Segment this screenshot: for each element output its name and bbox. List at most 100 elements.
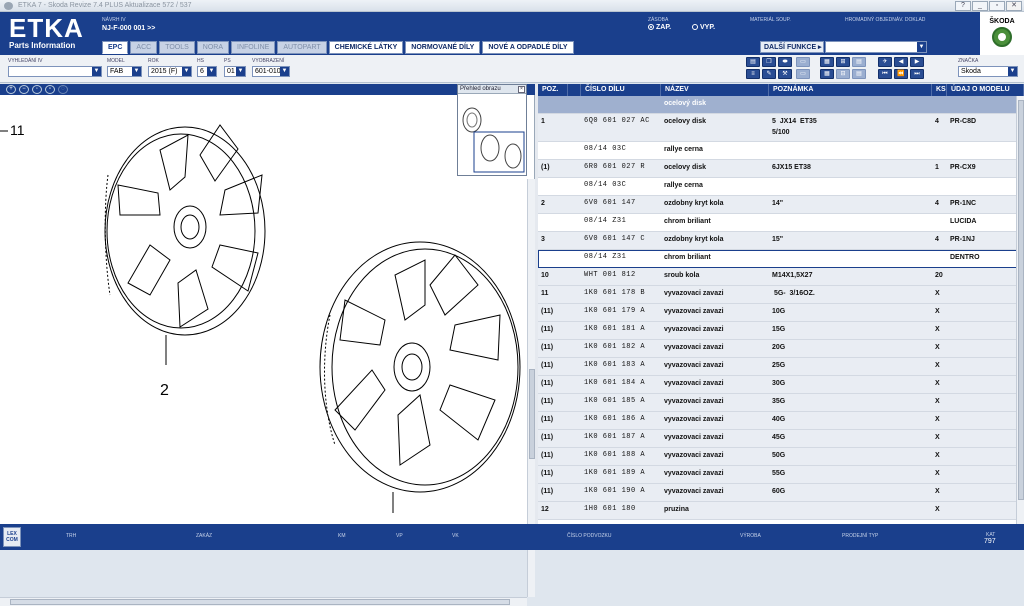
col-flag[interactable] [568, 84, 581, 96]
ps-select[interactable]: 01 ▼ [224, 66, 246, 77]
col-poz[interactable]: POZ. [538, 84, 568, 96]
table-row[interactable]: 08/14 Z31 chrom briliant LUCIDA [538, 214, 1024, 232]
table-row[interactable]: 08/14 03C rallye cerna [538, 178, 1024, 196]
col-ks[interactable]: KS [932, 84, 947, 96]
car-icon[interactable]: ⬬ [778, 57, 792, 67]
table-row[interactable]: 2 6V0 601 147 ozdobny kryt kola 14" 4 PR-1NC [538, 196, 1024, 214]
callout-2[interactable]: 2 [160, 382, 169, 399]
table-row[interactable]: 11 1K0 601 178 B vyvazovaci zavazi 5G- 3/1… [538, 286, 1024, 304]
table-icon[interactable]: ▤ [852, 57, 866, 67]
dalsi-funkce-button[interactable]: DALŠÍ FUNKCE ▸ [760, 41, 824, 53]
chevron-down-icon[interactable]: ▼ [236, 67, 245, 76]
zasoba-vyp-radio[interactable]: VYP. [692, 24, 715, 31]
zoom-reset-icon[interactable]: ◌ [58, 85, 68, 94]
rok-select[interactable]: 2015 (F) ▼ [148, 66, 192, 77]
print-icon[interactable]: ▤ [746, 57, 760, 67]
pin-icon[interactable]: ✈ [878, 57, 892, 67]
illustration-horizontal-scrollbar[interactable] [0, 597, 527, 606]
chevron-down-icon[interactable]: ▼ [207, 67, 216, 76]
table-row[interactable]: (11) 1K0 601 184 A vyvazovaci zavazi 30G X [538, 376, 1024, 394]
chevron-down-icon[interactable]: ▼ [132, 67, 141, 76]
minimize-button[interactable]: _ [972, 1, 988, 11]
tab-nové-a-odpadlé-díly[interactable]: NOVÉ A ODPADLÉ DÍLY [482, 41, 574, 54]
table-row[interactable]: (11) 1K0 601 181 A vyvazovaci zavazi 15G X [538, 322, 1024, 340]
tab-acc[interactable]: ACC [130, 41, 158, 54]
doc2-icon[interactable]: ▭ [796, 69, 810, 79]
col-nazev[interactable]: NÁZEV [661, 84, 769, 96]
tab-normované-díly[interactable]: NORMOVANÉ DÍLY [405, 41, 481, 54]
table-row[interactable]: (11) 1K0 601 190 A vyvazovaci zavazi 60G X [538, 484, 1024, 502]
tab-tools[interactable]: TOOLS [159, 41, 195, 54]
tab-chemické-látky[interactable]: CHEMICKÉ LÁTKY [328, 41, 404, 54]
tab-epc[interactable]: EPC [102, 41, 129, 54]
table-row[interactable]: 08/14 Z31 chrom briliant DENTRO [538, 250, 1024, 268]
wheel-cover-drawing[interactable]: 11 2 [0, 95, 527, 513]
tab-infoline[interactable]: INFOLINE [231, 41, 276, 54]
next-icon[interactable]: ▶ [910, 57, 924, 67]
grid-icon[interactable]: ▦ [820, 57, 834, 67]
zoom-out-icon[interactable]: − [19, 85, 29, 94]
col-cislo-dilu[interactable]: ČÍSLO DÍLU [581, 84, 661, 96]
table-row[interactable]: (11) 1K0 601 188 A vyvazovaci zavazi 50G X [538, 448, 1024, 466]
cart-alt-icon[interactable]: ⊟ [836, 69, 850, 79]
table-row[interactable]: (1) 6R0 601 027 R ocelovy disk 6JX15 ET38 1 P… [538, 160, 1024, 178]
zoom-fit-icon[interactable]: ◦ [32, 85, 42, 94]
vyhledani-select[interactable]: ▼ [8, 66, 102, 77]
wheel-cover-14-drawing[interactable] [104, 124, 266, 336]
close-button[interactable]: ✕ [1006, 1, 1022, 11]
col-poznamka[interactable]: POZNÁMKA [769, 84, 932, 96]
chevron-down-icon[interactable]: ▼ [182, 67, 191, 76]
scroll-thumb[interactable] [1018, 100, 1024, 500]
dalsi-funkce-select[interactable]: ▼ [825, 41, 927, 53]
scroll-thumb[interactable] [10, 599, 510, 605]
table-row[interactable]: (11) 1K0 601 182 A vyvazovaci zavazi 20G X [538, 340, 1024, 358]
zasoba-zap-radio[interactable]: ZAP. [648, 24, 671, 31]
hs-select[interactable]: 6 ▼ [197, 66, 217, 77]
wheel-cover-15-drawing[interactable] [319, 241, 521, 493]
wrench-icon[interactable]: ⚒ [778, 69, 792, 79]
chevron-down-icon[interactable]: ▼ [917, 42, 926, 52]
table-row[interactable]: (11) 1K0 601 186 A vyvazovaci zavazi 40G X [538, 412, 1024, 430]
table-row[interactable]: 3 6V0 601 147 C ozdobny kryt kola 15" 4 PR-1N… [538, 232, 1024, 250]
chevron-down-icon[interactable]: ▼ [92, 67, 101, 76]
chevron-down-icon[interactable]: ▼ [1008, 67, 1017, 76]
table-row[interactable]: 10 WHT 001 812 sroub kola M14X1,5X27 20 [538, 268, 1024, 286]
table-row[interactable]: 08/14 03C rallye cerna [538, 142, 1024, 160]
restore-button[interactable]: ▫ [989, 1, 1005, 11]
vyobrazeni-select[interactable]: 601-010 ▼ [252, 66, 290, 77]
back-icon[interactable]: ⏪ [894, 69, 908, 79]
znacka-select[interactable]: Skoda ▼ [958, 66, 1018, 77]
grid-vertical-scrollbar[interactable] [1016, 96, 1024, 524]
cart-icon[interactable]: ⊞ [836, 57, 850, 67]
help-button[interactable]: ? [955, 1, 971, 11]
table-alt-icon[interactable]: ▤ [852, 69, 866, 79]
table-row[interactable]: (11) 1K0 601 185 A vyvazovaci zavazi 35G X [538, 394, 1024, 412]
navrh-value[interactable]: NJ-F-000 001 >> [102, 25, 155, 32]
prev-icon[interactable]: ◀ [894, 57, 908, 67]
table-row[interactable]: (11) 1K0 601 187 A vyvazovaci zavazi 45G X [538, 430, 1024, 448]
table-row[interactable]: (11) 1K0 601 189 A vyvazovaci zavazi 55G X [538, 466, 1024, 484]
chevron-down-icon[interactable]: ▼ [280, 67, 289, 76]
col-udaj-o-modelu[interactable]: ÚDAJ O MODELU [947, 84, 1024, 96]
tab-autopart[interactable]: AUTOPART [277, 41, 327, 54]
zoom-area-icon[interactable]: ▫ [45, 85, 55, 94]
first-icon[interactable]: ⏮ [878, 69, 892, 79]
copy-icon[interactable]: ❐ [762, 57, 776, 67]
zoom-in-icon[interactable]: + [6, 85, 16, 94]
last-icon[interactable]: ⏭ [910, 69, 924, 79]
list-icon[interactable]: ≡ [746, 69, 760, 79]
overview-preview[interactable] [458, 94, 526, 174]
table-row[interactable]: (11) 1K0 601 179 A vyvazovaci zavazi 10G X [538, 304, 1024, 322]
callout-11[interactable]: 11 [10, 122, 25, 138]
table-row[interactable]: (11) 1K0 601 183 A vyvazovaci zavazi 25G X [538, 358, 1024, 376]
grid-alt-icon[interactable]: ▦ [820, 69, 834, 79]
close-icon[interactable]: × [518, 86, 525, 93]
doc-icon[interactable]: ▭ [796, 57, 810, 67]
tab-nora[interactable]: NORA [196, 41, 230, 54]
category-row[interactable]: ocelový disk [538, 96, 1024, 114]
model-select[interactable]: FAB ▼ [107, 66, 142, 77]
overview-thumbnail[interactable]: Přehled obrazu × [457, 84, 527, 176]
note-icon[interactable]: ✎ [762, 69, 776, 79]
table-row[interactable]: 12 1H0 601 180 pruzina X [538, 502, 1024, 520]
table-row[interactable]: 1 6Q0 601 027 AC ocelovy disk 5 JX14 ET35 5… [538, 114, 1024, 142]
